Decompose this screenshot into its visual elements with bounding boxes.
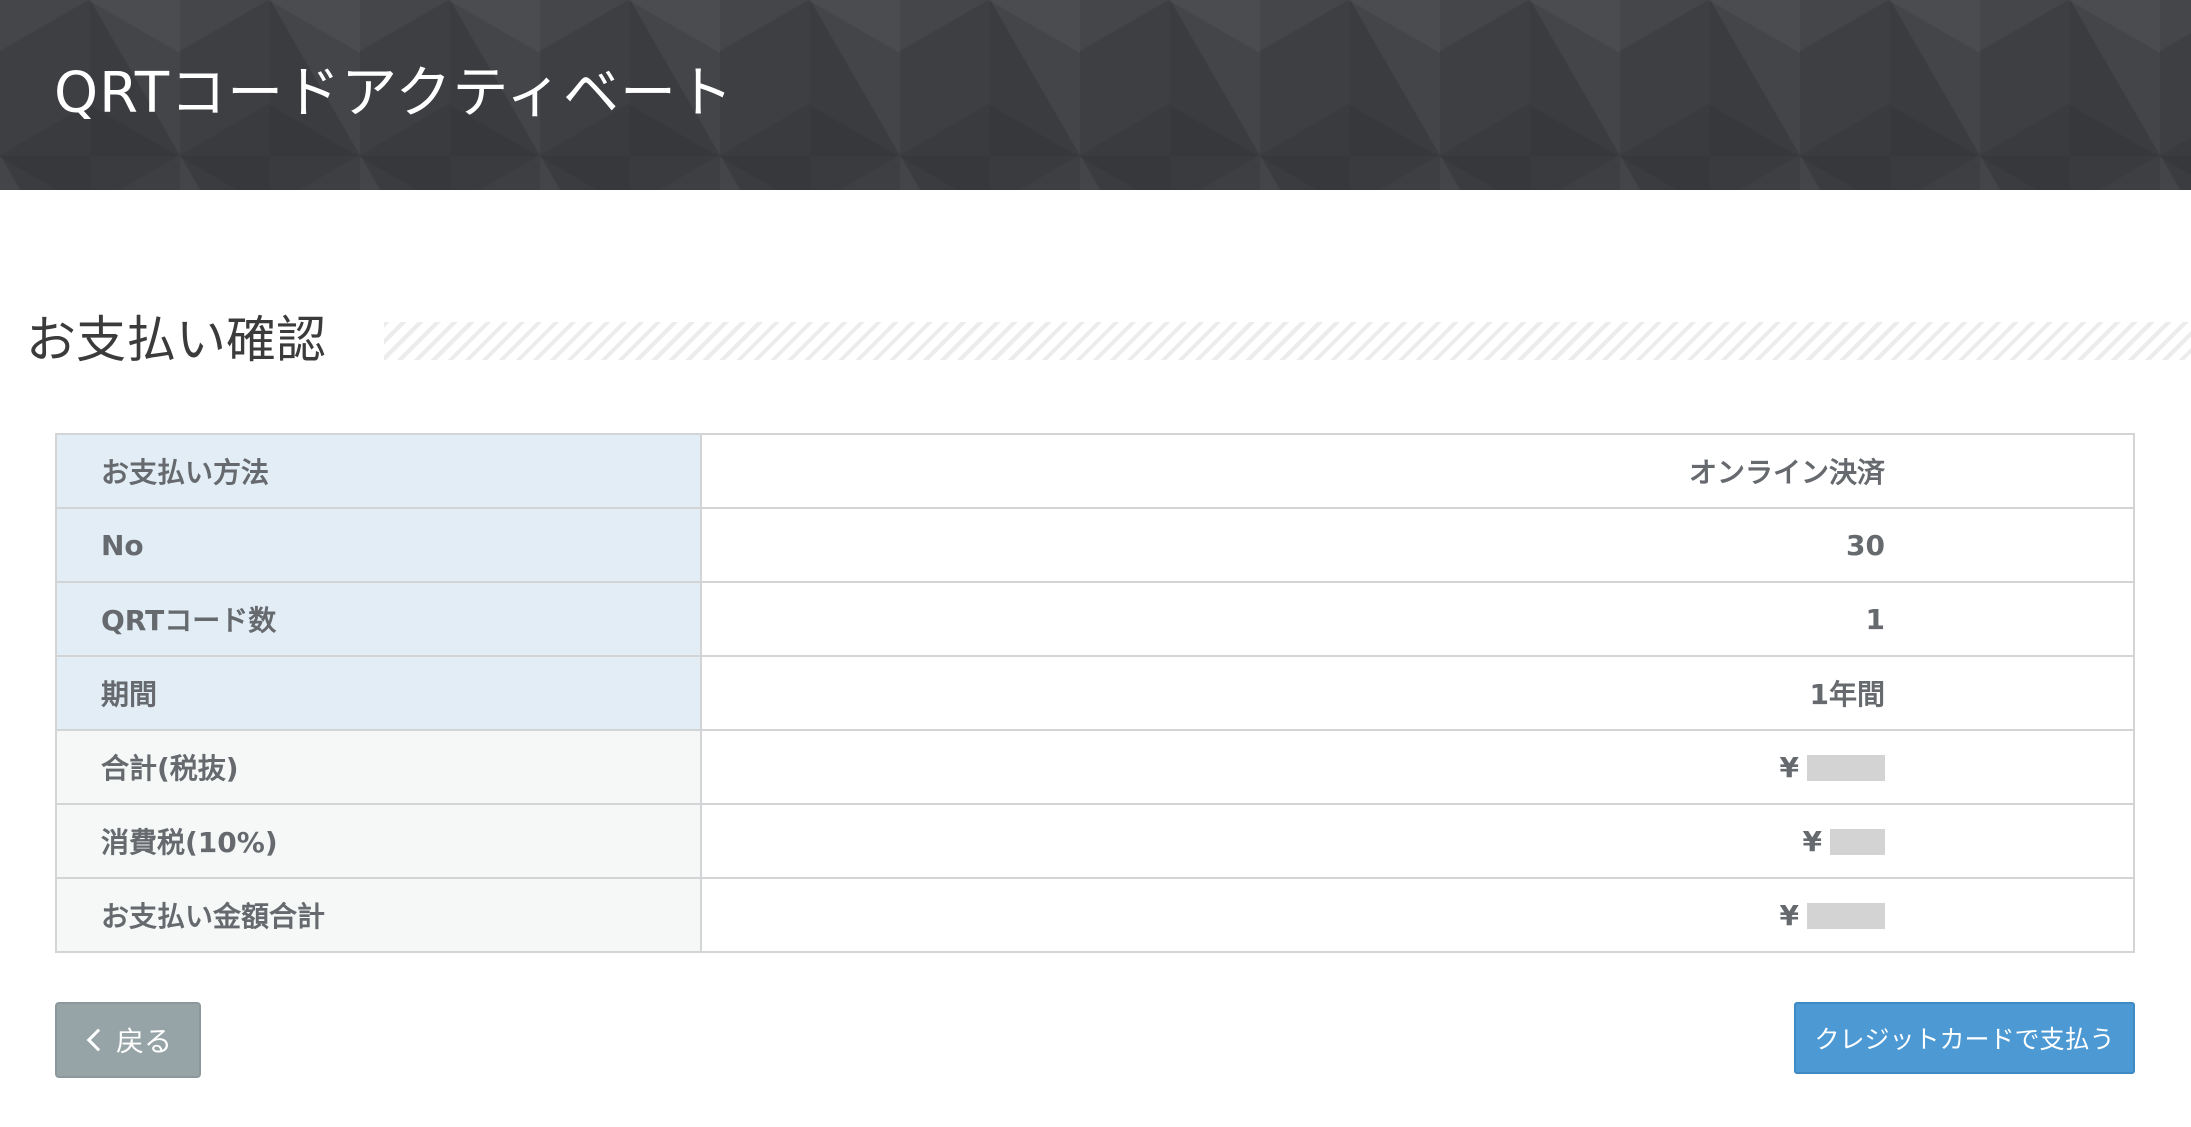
table-row: お支払い方法 オンライン決済	[55, 433, 2135, 509]
section-heading: お支払い確認	[26, 308, 2191, 372]
page-title: QRTコードアクティベート	[54, 61, 734, 126]
pay-with-credit-card-button[interactable]: クレジットカードで支払う	[1794, 1002, 2135, 1074]
row-value: 1	[700, 581, 2135, 657]
back-button-label: 戻る	[115, 1025, 172, 1058]
row-value: ¥	[700, 877, 2135, 953]
redacted-amount	[1807, 902, 1885, 929]
page-header: QRTコードアクティベート	[0, 0, 2191, 190]
table-row: QRTコード数 1	[55, 581, 2135, 657]
row-label: お支払い金額合計	[55, 877, 702, 953]
row-label: 合計(税抜)	[55, 729, 702, 805]
row-value: 1年間	[700, 655, 2135, 731]
redacted-amount	[1830, 828, 1885, 855]
section-title: お支払い確認	[26, 311, 326, 369]
currency-symbol: ¥	[1779, 750, 1799, 784]
currency-symbol: ¥	[1802, 824, 1822, 858]
row-value: 30	[700, 507, 2135, 583]
row-label: No	[55, 507, 702, 583]
pay-button-label: クレジットカードで支払う	[1814, 1025, 2115, 1054]
back-button[interactable]: 戻る	[55, 1002, 201, 1078]
table-row: 消費税(10%) ¥	[55, 803, 2135, 879]
table-row: 期間 1年間	[55, 655, 2135, 731]
table-row: 合計(税抜) ¥	[55, 729, 2135, 805]
row-label: QRTコード数	[55, 581, 702, 657]
row-label: お支払い方法	[55, 433, 702, 509]
table-row: No 30	[55, 507, 2135, 583]
row-value: オンライン決済	[700, 433, 2135, 509]
decorative-stripes	[384, 322, 2191, 360]
payment-summary-table: お支払い方法 オンライン決済 No 30 QRTコード数 1 期間 1年間 合計…	[55, 433, 2135, 953]
table-row: お支払い金額合計 ¥	[55, 877, 2135, 953]
redacted-amount	[1807, 754, 1885, 781]
row-label: 消費税(10%)	[55, 803, 702, 879]
row-label: 期間	[55, 655, 702, 731]
row-value: ¥	[700, 803, 2135, 879]
currency-symbol: ¥	[1779, 898, 1799, 932]
chevron-left-icon	[86, 1028, 110, 1052]
row-value: ¥	[700, 729, 2135, 805]
